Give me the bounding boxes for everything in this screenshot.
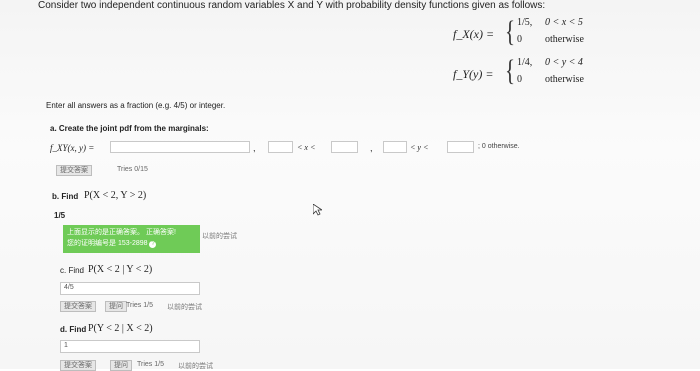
correct-line-1: 上面显示的是正确答案。 正确答案! [67, 229, 176, 236]
part-b-label: b. Find [52, 192, 79, 201]
correct-line-2: 您的证明编号是 153-2898 ? [67, 240, 157, 248]
part-d-label: d. Find [60, 325, 87, 334]
x-lower-input[interactable] [268, 141, 293, 153]
info-icon[interactable]: ? [149, 241, 157, 248]
part-c-submit-button[interactable]: 提交答案 [60, 301, 96, 312]
fx-label: f_X(x) = [453, 27, 495, 41]
part-c-answer-input[interactable]: 4/5 [60, 282, 200, 295]
fx-case2-value: 0 [517, 34, 522, 45]
mouse-cursor-icon [313, 204, 322, 216]
part-b-answer: 1/5 [54, 211, 66, 220]
part-d-submit-button[interactable]: 提交答案 [60, 360, 96, 371]
fy-brace: { [505, 54, 516, 87]
x-upper-input[interactable] [331, 141, 358, 153]
fy-case1-cond: 0 < y < 4 [545, 57, 583, 68]
part-d-tries: Tries 1/5 [137, 361, 164, 368]
fy-label: f_Y(y) = [453, 67, 494, 81]
part-c-ask-button[interactable]: 提问 [105, 301, 127, 312]
otherwise-text: ; 0 otherwise. [478, 143, 520, 150]
part-c-previous-tries-link[interactable]: 以前的尝试 [167, 302, 202, 312]
part-d-previous-tries-link[interactable]: 以前的尝试 [178, 361, 213, 371]
part-a-submit-button[interactable]: 提交答案 [56, 165, 92, 176]
fxy-input[interactable] [110, 141, 250, 153]
part-b-expr: P(X < 2, Y > 2) [84, 190, 147, 201]
fx-brace: { [505, 15, 516, 48]
comma-1: , [253, 143, 256, 153]
fy-case2-cond: otherwise [545, 74, 584, 85]
fx-case2-cond: otherwise [545, 34, 584, 45]
instructions: Enter all answers as a fraction (e.g. 4/… [46, 101, 226, 110]
fy-case1-value: 1/4, [517, 57, 533, 68]
part-d-ask-button[interactable]: 提问 [110, 360, 132, 371]
fx-case1-value: 1/5, [517, 17, 533, 28]
y-lower-input[interactable] [383, 141, 407, 153]
x-ineq: < x < [297, 143, 316, 152]
part-b-previous-tries-link[interactable]: 以前的尝试 [202, 231, 237, 241]
fxy-label: f_XY(x, y) = [50, 143, 95, 153]
problem-intro: Consider two independent continuous rand… [38, 0, 546, 11]
part-d-answer-input[interactable]: 1 [60, 340, 200, 353]
part-a-label: a. Create the joint pdf from the margina… [50, 124, 209, 133]
part-c-tries: Tries 1/5 [126, 302, 153, 309]
y-upper-input[interactable] [447, 141, 474, 153]
part-c-expr: P(X < 2 | Y < 2) [88, 264, 153, 275]
fx-case1-cond: 0 < x < 5 [545, 17, 583, 28]
comma-2: , [370, 143, 373, 153]
part-a-tries: Tries 0/15 [117, 166, 148, 173]
part-c-label: c. Find [60, 266, 85, 275]
part-d-expr: P(Y < 2 | X < 2) [88, 323, 153, 334]
homework-page: Consider two independent continuous rand… [0, 0, 700, 371]
correct-answer-banner: 上面显示的是正确答案。 正确答案! 您的证明编号是 153-2898 ? [63, 225, 200, 253]
y-ineq: < y < [410, 143, 429, 152]
fy-case2-value: 0 [517, 74, 522, 85]
